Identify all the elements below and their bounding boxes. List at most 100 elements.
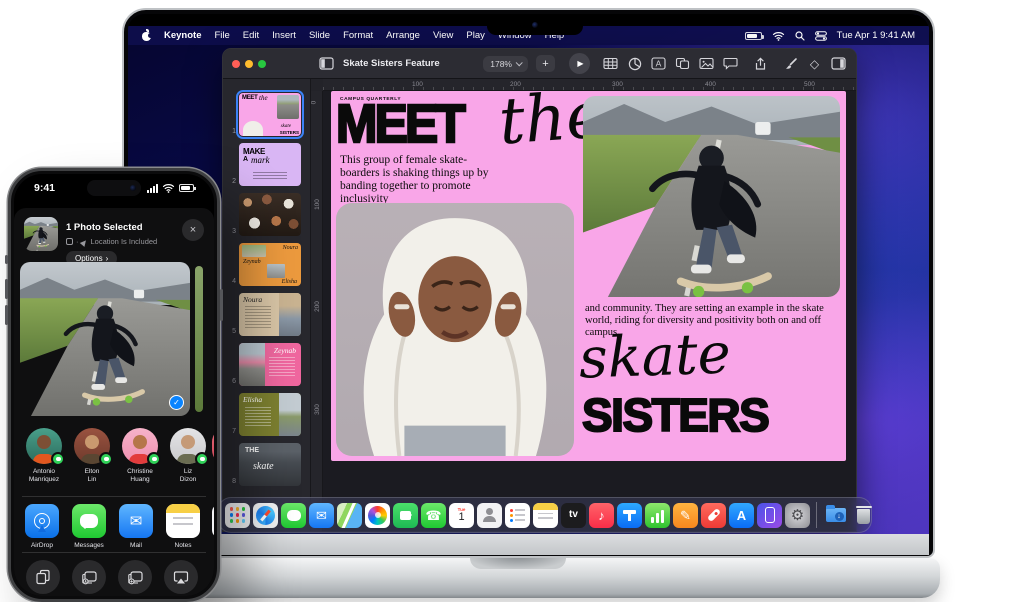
slide-7-thumbnail[interactable]: Elisha: [239, 393, 301, 436]
control-center-icon[interactable]: [815, 31, 827, 41]
copy-action-button[interactable]: [26, 560, 60, 594]
dock-launchpad-icon[interactable]: [225, 503, 250, 528]
slide-thumbnail-row[interactable]: 7 Elisha: [223, 393, 310, 436]
media-icon[interactable]: [698, 55, 715, 72]
menu-edit[interactable]: Edit: [243, 30, 259, 41]
slide-thumbnail-row[interactable]: 4 Noura Zeynab Elisha: [223, 243, 310, 286]
wifi-icon[interactable]: [772, 31, 785, 41]
next-photo-peek[interactable]: [195, 266, 203, 412]
minimize-window-button[interactable]: [245, 60, 253, 68]
dock-system-settings-icon[interactable]: ⚙: [785, 503, 810, 528]
spotlight-search-icon[interactable]: [795, 31, 805, 41]
share-messages[interactable]: Messages: [71, 504, 107, 549]
slide-5-thumbnail[interactable]: Noura: [239, 293, 301, 336]
slide-1-thumbnail-selected[interactable]: MEET the skate SISTERS: [239, 93, 301, 136]
share-mail[interactable]: ✉ Mail: [118, 504, 154, 549]
share-app-partial-icon[interactable]: [212, 504, 214, 538]
dock-trash-icon[interactable]: [851, 503, 876, 528]
dock-notes-icon[interactable]: [533, 503, 558, 528]
menu-slide[interactable]: Slide: [309, 30, 330, 41]
share-notes[interactable]: Notes: [165, 504, 201, 549]
slide-2-thumbnail[interactable]: MAKE A mark: [239, 143, 301, 186]
zoom-window-button[interactable]: [258, 60, 266, 68]
menu-play[interactable]: Play: [466, 30, 484, 41]
slide-thumbnail-row[interactable]: 2 MAKE A mark: [223, 143, 310, 186]
mini-paragraph: [269, 357, 295, 377]
dock-app-store-icon[interactable]: A: [729, 503, 754, 528]
dock-facetime-icon[interactable]: [393, 503, 418, 528]
dock-keynote-icon[interactable]: [617, 503, 642, 528]
menu-app-name[interactable]: Keynote: [164, 30, 201, 41]
photo-preview[interactable]: ✓: [20, 262, 190, 416]
volume-up-button[interactable]: [5, 279, 8, 299]
slide-photo-skateboarder[interactable]: [583, 96, 840, 297]
comment-icon[interactable]: [722, 55, 739, 72]
dock-calendar-icon[interactable]: Tue1: [449, 503, 474, 528]
slide-thumbnail-row[interactable]: 6 Zeynab: [223, 343, 310, 386]
contact-last-name: Dizon: [180, 476, 197, 483]
slide-editor[interactable]: CAMPUS QUARTERLY MEET the This group of …: [331, 91, 846, 461]
play-button[interactable]: ▶: [569, 53, 590, 74]
add-to-album-action-button[interactable]: [118, 560, 152, 594]
menu-file[interactable]: File: [214, 30, 229, 41]
dock-photos-icon[interactable]: [365, 503, 390, 528]
slide-thumbnail-row[interactable]: 1 MEET the skate SISTERS: [223, 93, 310, 136]
dock-tv-icon[interactable]: tv: [561, 503, 586, 528]
contact-liz[interactable]: LizDizon: [166, 428, 210, 485]
menu-clock[interactable]: Tue Apr 1 9:41 AM: [837, 30, 915, 41]
dock-safari-icon[interactable]: [253, 503, 278, 528]
messages-badge-icon: [51, 452, 65, 466]
close-share-sheet-button[interactable]: ×: [182, 219, 204, 241]
share-icon[interactable]: [752, 55, 769, 72]
dock-downloads-folder-icon[interactable]: ↓: [823, 503, 848, 528]
format-brush-icon[interactable]: [782, 55, 799, 72]
apple-menu-icon[interactable]: [142, 30, 151, 41]
close-window-button[interactable]: [232, 60, 240, 68]
add-to-shared-album-action-button[interactable]: [72, 560, 106, 594]
dock-contacts-icon[interactable]: [477, 503, 502, 528]
dock-rocket-app-icon[interactable]: [701, 503, 726, 528]
contact-antonio[interactable]: AntonioManriquez: [22, 428, 66, 485]
share-airdrop[interactable]: AirDrop: [24, 504, 60, 549]
slide-thumbnail-row[interactable]: 8 THE skate: [223, 443, 310, 486]
chart-icon[interactable]: [626, 55, 643, 72]
slide-3-thumbnail[interactable]: [239, 193, 301, 236]
slide-thumbnail-row[interactable]: 3: [223, 193, 310, 236]
dock-iphone-mirroring-icon[interactable]: [757, 503, 782, 528]
action-button[interactable]: [5, 255, 8, 264]
document-inspector-icon[interactable]: [830, 55, 847, 72]
contact-elton[interactable]: EltonLin: [70, 428, 114, 485]
menu-view[interactable]: View: [433, 30, 453, 41]
dock-pages-icon[interactable]: ✎: [673, 503, 698, 528]
contact-last-name: Huang: [130, 476, 149, 483]
dock-reminders-icon[interactable]: [505, 503, 530, 528]
animate-icon[interactable]: ◇: [806, 55, 823, 72]
contact-partial-avatar[interactable]: [212, 428, 214, 464]
shape-icon[interactable]: [674, 55, 691, 72]
menu-arrange[interactable]: Arrange: [386, 30, 420, 41]
slide-number: 2: [223, 178, 239, 186]
add-slide-button[interactable]: +: [536, 55, 555, 72]
menu-insert[interactable]: Insert: [272, 30, 296, 41]
side-button[interactable]: [220, 289, 223, 321]
contact-christine[interactable]: ChristineHuang: [118, 428, 162, 485]
dock-numbers-icon[interactable]: [645, 503, 670, 528]
airplay-action-button[interactable]: [164, 560, 198, 594]
dock-phone-icon[interactable]: ☎: [421, 503, 446, 528]
slide-4-thumbnail[interactable]: Noura Zeynab Elisha: [239, 243, 301, 286]
dock-mail-icon[interactable]: ✉: [309, 503, 334, 528]
slide-6-thumbnail[interactable]: Zeynab: [239, 343, 301, 386]
zoom-level-dropdown[interactable]: 178%: [483, 56, 528, 72]
dock-messages-icon[interactable]: [281, 503, 306, 528]
dock-music-icon[interactable]: ♪: [589, 503, 614, 528]
slide-thumbnail-row[interactable]: 5 Noura: [223, 293, 310, 336]
battery-icon[interactable]: [745, 32, 762, 40]
text-box-icon[interactable]: A: [650, 55, 667, 72]
view-sidebar-icon[interactable]: [318, 55, 335, 72]
slide-8-thumbnail[interactable]: THE skate: [239, 443, 301, 486]
volume-down-button[interactable]: [5, 305, 8, 325]
table-icon[interactable]: [602, 55, 619, 72]
dock-maps-icon[interactable]: [337, 503, 362, 528]
slide-photo-hijab-portrait[interactable]: [336, 203, 574, 456]
menu-format[interactable]: Format: [343, 30, 373, 41]
